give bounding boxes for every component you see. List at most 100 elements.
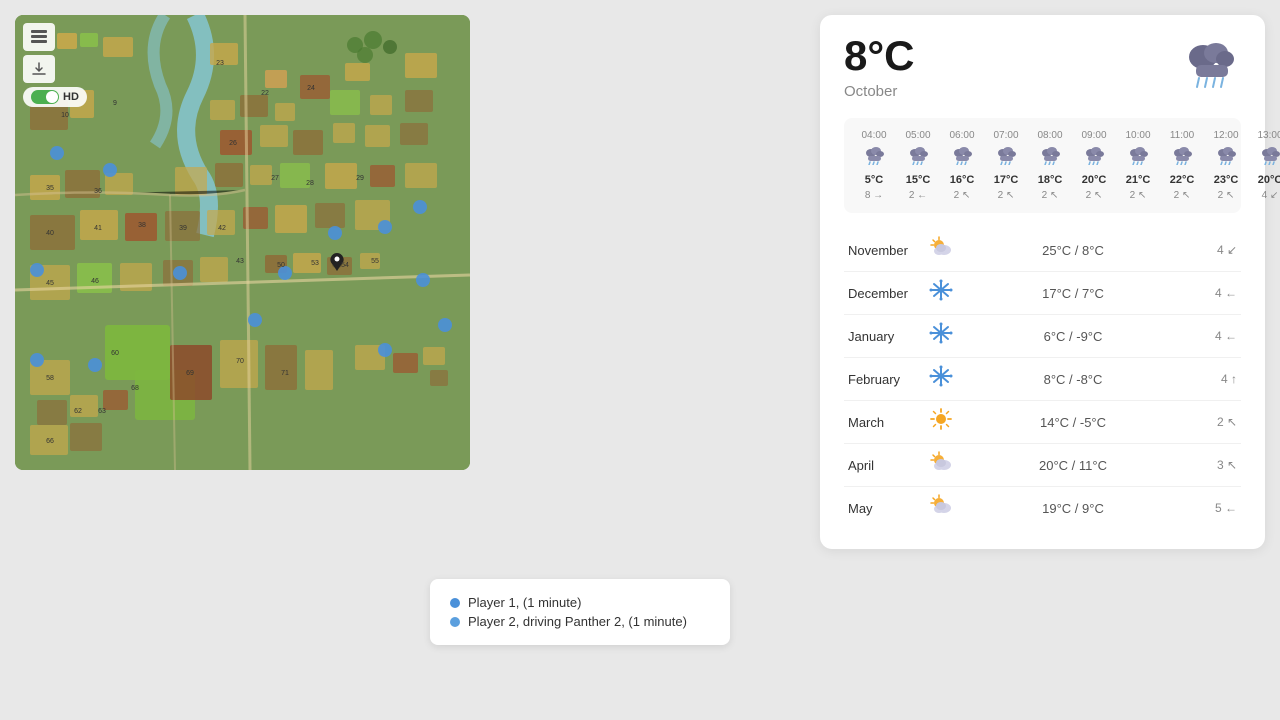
map-panel: HD bbox=[15, 15, 470, 470]
month-icon bbox=[923, 494, 959, 522]
hour-wind: 2 ← bbox=[909, 190, 927, 201]
toggle-switch bbox=[31, 90, 59, 104]
hour-temp: 18°C bbox=[1038, 174, 1063, 186]
hour-icon bbox=[1171, 145, 1193, 170]
month-wind: 2 ↖ bbox=[1187, 415, 1237, 429]
hour-icon bbox=[1215, 145, 1237, 170]
hour-icon bbox=[1083, 145, 1105, 170]
month-icon bbox=[923, 408, 959, 436]
month-temps: 25°C / 8°C bbox=[959, 243, 1187, 258]
svg-text:29: 29 bbox=[356, 175, 364, 182]
weather-panel: 8°C October 04:00 bbox=[820, 15, 1265, 549]
month-name: December bbox=[848, 286, 923, 301]
hour-icon bbox=[995, 145, 1017, 170]
hour-temp: 23°C bbox=[1214, 174, 1239, 186]
hour-icon bbox=[1039, 145, 1061, 170]
hour-wind: 2 ↖ bbox=[1130, 190, 1147, 201]
hour-icon bbox=[1127, 145, 1149, 170]
month-wind: 4 ↙ bbox=[1187, 243, 1237, 257]
hd-label: HD bbox=[63, 91, 79, 103]
month-temps: 6°C / -9°C bbox=[959, 329, 1187, 344]
svg-text:38: 38 bbox=[138, 222, 146, 229]
month-row: November 25°C / 8°C 4 ↙ bbox=[844, 229, 1241, 272]
svg-text:66: 66 bbox=[46, 438, 54, 445]
svg-text:69: 69 bbox=[186, 370, 194, 377]
month-temps: 17°C / 7°C bbox=[959, 286, 1187, 301]
month-temps: 20°C / 11°C bbox=[959, 458, 1187, 473]
svg-text:27: 27 bbox=[271, 175, 279, 182]
player-row: Player 1, (1 minute) bbox=[450, 593, 710, 612]
hour-temp: 21°C bbox=[1126, 174, 1151, 186]
svg-text:68: 68 bbox=[131, 385, 139, 392]
hour-icon bbox=[863, 145, 885, 170]
svg-text:28: 28 bbox=[306, 180, 314, 187]
month-wind: 3 ↖ bbox=[1187, 458, 1237, 472]
month-name: January bbox=[848, 329, 923, 344]
hour-temp: 15°C bbox=[906, 174, 931, 186]
svg-text:60: 60 bbox=[111, 350, 119, 357]
player-dot bbox=[450, 598, 460, 608]
month-name: March bbox=[848, 415, 923, 430]
monthly-forecast: November 25°C / 8°C 4 ↙ December 17°C / … bbox=[844, 229, 1241, 529]
hour-column: 09:00 20°C 2 ↖ bbox=[1072, 130, 1116, 201]
month-wind: 5 ← bbox=[1187, 501, 1237, 515]
svg-text:26: 26 bbox=[229, 140, 237, 147]
svg-text:62: 62 bbox=[74, 408, 82, 415]
hour-wind: 2 ↖ bbox=[1086, 190, 1103, 201]
svg-text:10: 10 bbox=[61, 112, 69, 119]
current-temperature: 8°C bbox=[844, 35, 915, 77]
svg-text:53: 53 bbox=[311, 260, 319, 267]
hour-column: 13:00 20°C 4 ↙ bbox=[1248, 130, 1280, 201]
month-icon bbox=[923, 322, 959, 350]
month-row: February 8°C / -8°C 4 ↑ bbox=[844, 358, 1241, 401]
hourly-forecast: 04:00 5°C 8 → 05:00 bbox=[844, 118, 1241, 213]
month-row: December 17°C / 7°C 4 ← bbox=[844, 272, 1241, 315]
svg-text:24: 24 bbox=[307, 85, 315, 92]
download-button[interactable] bbox=[23, 55, 55, 83]
svg-text:54: 54 bbox=[341, 262, 349, 269]
month-temps: 14°C / -5°C bbox=[959, 415, 1187, 430]
month-row: May 19°C / 9°C 5 ← bbox=[844, 487, 1241, 529]
hour-time: 13:00 bbox=[1257, 130, 1280, 141]
hd-toggle[interactable]: HD bbox=[23, 87, 87, 107]
month-name: May bbox=[848, 501, 923, 516]
hour-temp: 17°C bbox=[994, 174, 1019, 186]
hour-time: 04:00 bbox=[861, 130, 886, 141]
svg-text:63: 63 bbox=[98, 408, 106, 415]
hour-column: 08:00 18°C 2 ↖ bbox=[1028, 130, 1072, 201]
player-text: Player 1, (1 minute) bbox=[468, 595, 581, 610]
month-name: February bbox=[848, 372, 923, 387]
svg-text:9: 9 bbox=[113, 100, 117, 107]
svg-text:70: 70 bbox=[236, 358, 244, 365]
svg-text:40: 40 bbox=[46, 230, 54, 237]
hour-column: 07:00 17°C 2 ↖ bbox=[984, 130, 1028, 201]
hour-wind: 2 ↖ bbox=[954, 190, 971, 201]
current-month: October bbox=[844, 83, 915, 100]
svg-text:71: 71 bbox=[281, 370, 289, 377]
hour-column: 11:00 22°C 2 ↖ bbox=[1160, 130, 1204, 201]
hour-icon bbox=[1259, 145, 1280, 170]
hour-column: 06:00 16°C 2 ↖ bbox=[940, 130, 984, 201]
layers-button[interactable] bbox=[23, 23, 55, 51]
hour-wind: 2 ↖ bbox=[998, 190, 1015, 201]
svg-text:43: 43 bbox=[236, 258, 244, 265]
hour-temp: 22°C bbox=[1170, 174, 1195, 186]
svg-text:23: 23 bbox=[216, 60, 224, 67]
hour-column: 04:00 5°C 8 → bbox=[852, 130, 896, 201]
hour-time: 05:00 bbox=[905, 130, 930, 141]
month-row: January 6°C / -9°C 4 ← bbox=[844, 315, 1241, 358]
svg-text:36: 36 bbox=[94, 188, 102, 195]
hour-wind: 4 ↙ bbox=[1262, 190, 1279, 201]
svg-text:58: 58 bbox=[46, 375, 54, 382]
hour-icon bbox=[907, 145, 929, 170]
svg-text:50: 50 bbox=[277, 262, 285, 269]
hour-time: 10:00 bbox=[1125, 130, 1150, 141]
hour-column: 05:00 15°C 2 ← bbox=[896, 130, 940, 201]
month-temps: 8°C / -8°C bbox=[959, 372, 1187, 387]
month-icon bbox=[923, 236, 959, 264]
svg-text:46: 46 bbox=[91, 278, 99, 285]
hour-temp: 16°C bbox=[950, 174, 975, 186]
month-wind: 4 ← bbox=[1187, 329, 1237, 343]
hour-time: 09:00 bbox=[1081, 130, 1106, 141]
hour-time: 12:00 bbox=[1213, 130, 1238, 141]
